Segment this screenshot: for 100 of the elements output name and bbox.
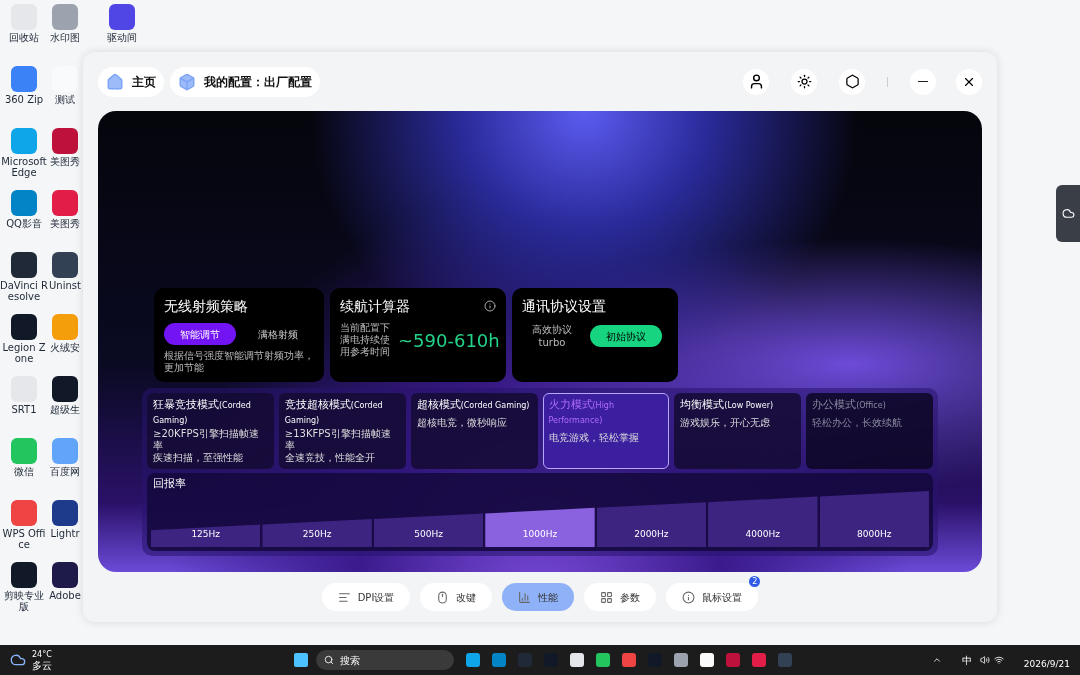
desktop-icon-label: DaVinci Resolve: [0, 280, 48, 302]
app-icon[interactable]: [52, 500, 78, 526]
card-title: 无线射频策略: [164, 297, 249, 316]
desktop-icon-label: WPS Office: [1, 528, 47, 550]
settings-button[interactable]: [839, 68, 865, 95]
desktop-icon-label: 驱动间: [106, 32, 138, 43]
app-icon[interactable]: [52, 562, 78, 588]
desktop-icon-label: SRT1: [10, 404, 38, 415]
protocol-label: 高效协议: [532, 323, 572, 336]
taskbar-app-icon[interactable]: [465, 653, 480, 667]
mode-title: 竞技超核模式(Corded Gaming): [284, 398, 384, 427]
desktop-icon-label: 美图秀: [49, 218, 81, 229]
nav-tab[interactable]: 性能: [502, 583, 575, 611]
app-icon[interactable]: [52, 252, 78, 278]
mode-card[interactable]: 均衡模式(Low Power) 游戏娱乐，开心无虑: [674, 393, 802, 469]
card-caption: 当前配置下满电持续使用参考时间: [340, 322, 391, 358]
wifi-icon[interactable]: [993, 655, 1004, 665]
side-widget[interactable]: [1056, 185, 1080, 242]
app-icon[interactable]: [11, 562, 37, 588]
mode-title: 火力模式(High Performance): [548, 398, 615, 427]
clock-date[interactable]: 2026/9/21: [1023, 658, 1070, 672]
battery-value: ~590-610h: [398, 328, 500, 353]
mouse-icon: [436, 590, 450, 604]
mode-card[interactable]: 竞技超核模式(Corded Gaming) ≥13KFPS引擎扫描帧速率 全速竞技，性能全开: [278, 393, 406, 469]
temperature: 24°C: [32, 649, 52, 660]
search-field[interactable]: 搜索: [315, 650, 454, 670]
grid-icon: [600, 590, 614, 604]
mode-title: 办公模式(Office): [812, 398, 887, 413]
desktop-icon-label: Legion Zone: [1, 342, 47, 364]
reset-protocol-button[interactable]: 初始协议: [590, 325, 662, 347]
app-icon[interactable]: [52, 376, 78, 402]
mode-description: 全速竞技，性能全开: [284, 452, 376, 464]
weather-icon: [10, 652, 26, 668]
hexagon-icon: [844, 74, 860, 89]
desktop-icon-label: 百度网: [49, 466, 81, 477]
mode-description: 轻松办公，长效续航: [812, 417, 904, 429]
info-icon[interactable]: [484, 300, 496, 312]
panel-title: 回报率: [153, 477, 187, 491]
header-tab[interactable]: 我的配置：出厂配置: [170, 66, 320, 97]
chevron-icon[interactable]: [931, 655, 942, 665]
search-icon: [323, 655, 334, 665]
desktop-icon-label: Uninst: [48, 280, 82, 291]
home-icon: [106, 72, 124, 91]
mode-description: 电竞游戏，轻松掌握: [548, 432, 640, 444]
desktop-icon-label: Microsoft Edge: [0, 156, 48, 178]
start-button[interactable]: [293, 653, 308, 667]
nav-tab[interactable]: 参数: [584, 583, 657, 611]
desktop-icon-label: 微信: [13, 466, 35, 477]
mode-description: 疾速扫描，至强性能: [153, 452, 244, 464]
notification-badge: 2: [749, 576, 761, 587]
weather-text: 多云: [32, 659, 52, 671]
nav-tab[interactable]: 鼠标设置: [666, 583, 759, 611]
desktop-icon-label: 火绒安: [49, 342, 81, 353]
chart-icon: [518, 590, 532, 604]
app-icon[interactable]: [11, 252, 37, 278]
mode-title: 均衡模式(Low Power): [680, 398, 775, 413]
rf-option[interactable]: 满格射频: [244, 323, 312, 345]
header-tab[interactable]: 主页: [98, 66, 164, 97]
desktop-icon-label: QQ影音: [5, 218, 43, 229]
nav-tab[interactable]: 改键: [420, 583, 493, 611]
search-placeholder: 搜索: [339, 653, 360, 668]
minimize-icon: [918, 80, 928, 83]
card-title: 通讯协议设置: [522, 297, 607, 316]
mode-card[interactable]: 火力模式(High Performance) 电竞游戏，轻松掌握: [542, 393, 670, 469]
polling-rate-bar[interactable]: 8000Hz: [819, 491, 929, 547]
taskbar-app-icon[interactable]: [699, 653, 714, 667]
mode-description: ≥20KFPS引擎扫描帧速率: [153, 428, 260, 452]
taskbar-app-icon[interactable]: [673, 653, 688, 667]
mode-description: 超核电竞，微秒响应: [416, 417, 508, 429]
desktop-icon-label: Adobe: [48, 590, 82, 601]
sun-icon: [796, 74, 812, 89]
info-icon: [682, 590, 696, 604]
desktop-icon-label: Lightr: [49, 528, 81, 539]
desktop-icon-label: 美图秀: [49, 156, 81, 167]
rf-option[interactable]: 智能调节: [164, 323, 236, 345]
mode-title: 超核模式(Corded Gaming): [416, 398, 531, 413]
brightness-button[interactable]: [791, 68, 817, 95]
app-icon[interactable]: [11, 314, 37, 340]
desktop-icon-label: 测试: [54, 94, 76, 105]
card-note: 根据信号强度智能调节射频功率，更加节能: [164, 350, 314, 374]
mode-title: 狂暴竞技模式(Corded Gaming): [153, 398, 252, 427]
taskbar-app-icon[interactable]: [569, 653, 584, 667]
mode-description: ≥13KFPS引擎扫描帧速率: [284, 428, 392, 452]
user-button[interactable]: [743, 68, 769, 95]
card-title: 续航计算器: [340, 297, 410, 316]
nav-tab[interactable]: DPI设置: [321, 583, 411, 611]
close-button[interactable]: [956, 68, 982, 95]
taskbar-app-icon[interactable]: [595, 653, 610, 667]
desktop-icon-label: 超级生: [49, 404, 81, 415]
desktop-icon-label: 回收站: [8, 32, 40, 43]
lines-icon: [337, 590, 351, 604]
desktop-icon-label: 剪映专业版: [3, 590, 45, 612]
desktop-icon-label: 360 Zip: [3, 94, 45, 105]
protocol-value: turbo: [538, 336, 566, 349]
ime-indicator[interactable]: 中: [961, 652, 972, 668]
mode-card[interactable]: 超核模式(Corded Gaming) 超核电竞，微秒响应: [410, 393, 538, 469]
speaker-icon[interactable]: [979, 655, 990, 665]
cube-icon: [178, 72, 196, 91]
mode-card[interactable]: 狂暴竞技模式(Corded Gaming) ≥20KFPS引擎扫描帧速率 疾速扫描，至强性能: [147, 393, 274, 469]
mode-description: 游戏娱乐，开心无虑: [680, 417, 772, 429]
